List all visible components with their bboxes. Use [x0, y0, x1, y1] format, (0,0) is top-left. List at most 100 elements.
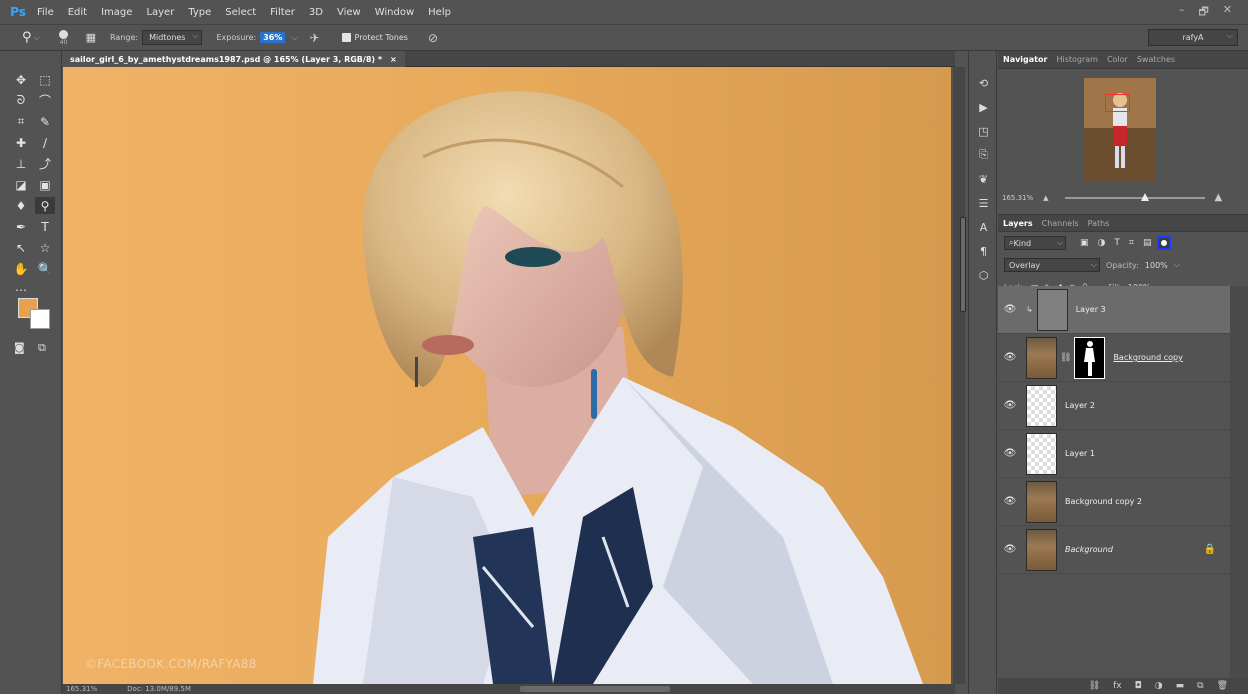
menu-edit[interactable]: Edit	[61, 7, 94, 18]
opacity-input[interactable]: 100%	[1145, 261, 1168, 270]
quick-mask-icon[interactable]: ◙	[14, 341, 25, 354]
actions-panel-icon[interactable]: ▶	[969, 95, 998, 119]
adjustments-icon[interactable]: ☰	[969, 191, 998, 215]
zoom-tool-icon[interactable]: 🔍	[35, 260, 55, 277]
menu-select[interactable]: Select	[218, 7, 263, 18]
eye-icon[interactable]: 👁	[998, 496, 1022, 507]
filter-adjustment-icon[interactable]: ◑	[1098, 238, 1106, 248]
layer-row[interactable]: 👁 Layer 2	[998, 382, 1230, 430]
new-layer-icon[interactable]: ⧉	[1197, 681, 1203, 691]
crop-tool-icon[interactable]: ⌗	[11, 113, 31, 130]
dodge-tool-icon[interactable]: ⚲	[22, 30, 32, 45]
3d-panel-icon[interactable]: ⬡	[969, 263, 998, 287]
eye-icon[interactable]: 👁	[998, 544, 1022, 555]
layer-name[interactable]: Layer 1	[1065, 449, 1095, 458]
range-select[interactable]: Midtones	[142, 30, 203, 45]
brush-tool-icon[interactable]: ∕	[35, 134, 55, 151]
brush-settings-icon[interactable]: ▦	[86, 31, 96, 44]
layer-row[interactable]: 👁 Layer 1	[998, 430, 1230, 478]
document-tab[interactable]: sailor_girl_6_by_amethystdreams1987.psd …	[62, 51, 405, 67]
layer-row[interactable]: 👁 Background copy 2	[998, 478, 1230, 526]
close-tab-icon[interactable]: ×	[390, 55, 397, 64]
pressure-icon[interactable]: ⊘	[428, 31, 438, 45]
lasso-tool-icon[interactable]: ᘐ	[11, 92, 31, 109]
layer-name[interactable]: Layer 2	[1065, 401, 1095, 410]
tab-color[interactable]: Color	[1107, 55, 1128, 64]
eye-icon[interactable]: 👁	[998, 400, 1022, 411]
filter-type-icon[interactable]: T	[1114, 238, 1120, 248]
menu-layer[interactable]: Layer	[139, 7, 181, 18]
gradient-tool-icon[interactable]: ▣	[35, 176, 55, 193]
background-color[interactable]	[30, 309, 50, 329]
filter-kind-select[interactable]: ⌕ Kind	[1004, 236, 1066, 250]
history-panel-icon[interactable]: ⟲	[969, 71, 998, 95]
layers-scrollbar[interactable]	[1230, 286, 1248, 678]
brush-presets-icon[interactable]: ❦	[969, 167, 998, 191]
color-swatches[interactable]	[18, 298, 52, 332]
link-layers-icon[interactable]: ⛓	[1089, 681, 1100, 691]
clone-source-icon[interactable]: ⎘	[969, 143, 998, 167]
tab-histogram[interactable]: Histogram	[1056, 55, 1098, 64]
exposure-input[interactable]: 36%	[260, 32, 286, 43]
more-tools-icon[interactable]: ⋯	[11, 281, 31, 298]
close-icon[interactable]: ✕	[1223, 3, 1232, 22]
menu-image[interactable]: Image	[94, 7, 139, 18]
layer-name[interactable]: Layer 3	[1076, 305, 1106, 314]
menu-view[interactable]: View	[330, 7, 368, 18]
filter-toggle-icon[interactable]	[1157, 236, 1172, 250]
navigator-preview[interactable]	[1084, 78, 1156, 181]
eye-icon[interactable]: 👁	[998, 448, 1022, 459]
blend-mode-select[interactable]: Overlay	[1004, 258, 1100, 272]
scroll-thumb[interactable]	[960, 217, 966, 312]
horizontal-scroll-thumb[interactable]	[520, 686, 670, 692]
path-select-tool-icon[interactable]: ↖	[11, 239, 31, 256]
navigator-zoom[interactable]: 165.31%	[1002, 194, 1033, 202]
layer-name[interactable]: Background	[1065, 545, 1113, 554]
eraser-tool-icon[interactable]: ◪	[11, 176, 31, 193]
layer-name[interactable]: Background copy 2	[1065, 497, 1142, 506]
filter-pixel-icon[interactable]: ▣	[1080, 238, 1089, 248]
trash-icon[interactable]: 🗑	[1217, 681, 1228, 691]
history-brush-tool-icon[interactable]: ⤴	[35, 155, 55, 172]
tab-channels[interactable]: Channels	[1042, 219, 1079, 228]
properties-panel-icon[interactable]: ◳	[969, 119, 998, 143]
navigator-view-box[interactable]	[1105, 94, 1130, 112]
filter-shape-icon[interactable]: ⌗	[1129, 238, 1134, 248]
layer-name[interactable]: Background copy	[1113, 353, 1182, 362]
vertical-scrollbar[interactable]	[953, 67, 966, 684]
menu-file[interactable]: File	[30, 7, 61, 18]
new-group-icon[interactable]: ▬	[1176, 681, 1185, 691]
layer-row[interactable]: 👁 Background 🔒	[998, 526, 1230, 574]
protect-tones-checkbox[interactable]: Protect Tones	[341, 33, 408, 42]
layer-row[interactable]: 👁 ↳ Layer 3	[998, 286, 1230, 334]
opacity-chevron-icon[interactable]: ⌵	[1174, 260, 1180, 270]
restore-icon[interactable]: 🗗	[1198, 3, 1208, 22]
airbrush-icon[interactable]: ✈	[309, 31, 319, 45]
stamp-tool-icon[interactable]: ⊥	[11, 155, 31, 172]
eye-icon[interactable]: 👁	[998, 352, 1022, 363]
dodge-tool-icon[interactable]: ⚲	[35, 197, 55, 214]
add-mask-icon[interactable]: ◘	[1135, 681, 1142, 691]
menu-help[interactable]: Help	[421, 7, 458, 18]
shape-tool-icon[interactable]: ☆	[35, 239, 55, 256]
minimize-icon[interactable]: –	[1179, 3, 1185, 22]
zoom-level[interactable]: 165.31%	[66, 685, 97, 693]
menu-filter[interactable]: Filter	[263, 7, 302, 18]
tab-layers[interactable]: Layers	[1003, 219, 1033, 228]
adjustment-layer-icon[interactable]: ◑	[1155, 681, 1163, 691]
zoom-out-icon[interactable]: ▲	[1043, 194, 1048, 202]
menu-3d[interactable]: 3D	[302, 7, 330, 18]
tab-swatches[interactable]: Swatches	[1137, 55, 1175, 64]
type-tool-icon[interactable]: T	[35, 218, 55, 235]
document-canvas[interactable]: ©FACEBOOK.COM/RAFYA88	[63, 67, 951, 684]
marquee-tool-icon[interactable]: ⬚	[35, 71, 55, 88]
tool-preset-chevron-icon[interactable]: ⌵	[34, 33, 40, 43]
blur-tool-icon[interactable]: ♦	[11, 197, 31, 214]
zoom-in-icon[interactable]: ▲	[1215, 192, 1223, 203]
tab-navigator[interactable]: Navigator	[1003, 55, 1047, 64]
tab-paths[interactable]: Paths	[1088, 219, 1110, 228]
layer-mask-thumbnail[interactable]	[1074, 336, 1106, 379]
fx-icon[interactable]: fx	[1113, 681, 1122, 691]
move-tool-icon[interactable]: ✥	[11, 71, 31, 88]
eyedropper-tool-icon[interactable]: ✎	[35, 113, 55, 130]
